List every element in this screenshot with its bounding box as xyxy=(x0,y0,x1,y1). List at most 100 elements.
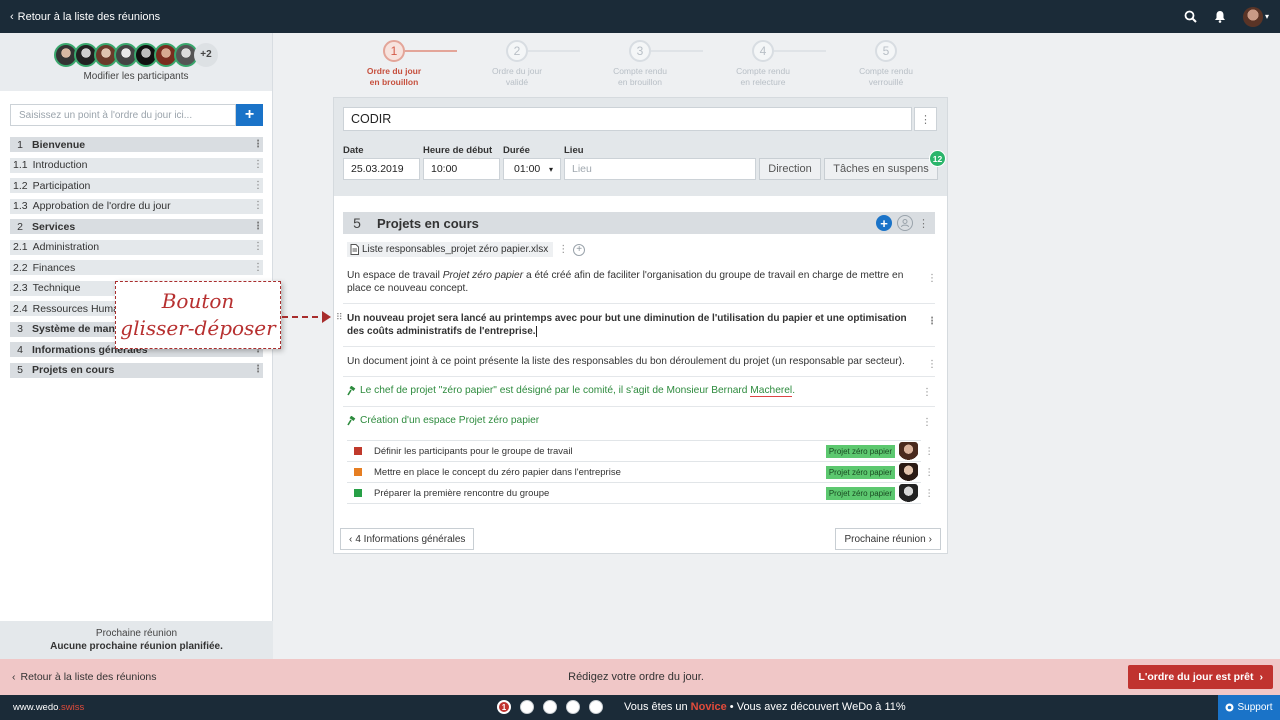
back-to-meetings-link[interactable]: ‹ Retour à la liste des réunions xyxy=(10,11,160,23)
agenda-item-bienvenue[interactable]: 1 Bienvenue ⋮ xyxy=(10,137,263,152)
agenda-item-services[interactable]: 2 Services ⋮ xyxy=(10,219,263,234)
kebab-icon[interactable]: ⋮ xyxy=(253,201,263,211)
add-attachment-button[interactable]: + xyxy=(573,243,586,256)
next-meeting-panel: Prochaine réunion Aucune prochaine réuni… xyxy=(0,621,273,659)
progress-dot[interactable] xyxy=(589,700,603,714)
pending-count-badge: 12 xyxy=(929,150,946,167)
avatar[interactable] xyxy=(899,484,918,503)
table-row[interactable]: Définir les participants pour le groupe … xyxy=(347,441,934,462)
participant-avatars[interactable]: +2 xyxy=(54,42,218,67)
progress-dot[interactable] xyxy=(543,700,557,714)
step-minutes-review[interactable]: 4 Compte rendu en relecture xyxy=(718,40,808,88)
kebab-icon[interactable]: ⋮ xyxy=(922,417,932,428)
content-paragraph-editing[interactable]: Un nouveau projet sera lancé au printemp… xyxy=(347,312,937,338)
progress-dot-active[interactable]: 1 xyxy=(497,700,511,714)
agenda-item-num: 2.4 xyxy=(13,302,28,315)
bell-icon[interactable] xyxy=(1212,9,1228,25)
attachment-row: Liste responsables_projet zéro papier.xl… xyxy=(347,242,586,257)
avatar[interactable] xyxy=(899,463,918,482)
kebab-icon[interactable]: ⋮ xyxy=(918,217,929,230)
task-status-icon[interactable] xyxy=(354,468,362,476)
agenda-item-num: 1.1 xyxy=(13,159,28,171)
agenda-item-num: 1.3 xyxy=(13,200,28,212)
kebab-icon[interactable]: ⋮ xyxy=(253,262,263,273)
task-status-icon[interactable] xyxy=(354,447,362,455)
kebab-icon[interactable]: ⋮ xyxy=(253,160,263,170)
agenda-item-label: Services xyxy=(32,220,76,233)
assign-user-icon[interactable] xyxy=(897,215,913,231)
decision-item[interactable]: Le chef de projet "zéro papier" est dési… xyxy=(347,385,795,397)
more-participants-badge[interactable]: +2 xyxy=(194,42,218,67)
kebab-icon[interactable]: ⋮ xyxy=(253,365,263,375)
add-content-button[interactable]: + xyxy=(876,215,892,231)
next-meeting-value: Aucune prochaine réunion planifiée. xyxy=(50,641,223,652)
project-tag[interactable]: Projet zéro papier xyxy=(825,486,895,500)
workflow-stepper: 1 Ordre du jour en brouillon 2 Ordre du j… xyxy=(335,40,945,92)
user-menu[interactable]: ▾ xyxy=(1242,6,1270,27)
place-input[interactable]: Lieu xyxy=(564,158,756,180)
kebab-icon[interactable]: ⋮ xyxy=(922,387,932,398)
modify-participants-link[interactable]: Modifier les participants xyxy=(83,71,188,82)
decision-name: Macherel xyxy=(750,385,793,397)
avatar xyxy=(1242,6,1263,27)
kebab-icon[interactable]: ⋮ xyxy=(253,242,263,252)
search-icon[interactable] xyxy=(1182,9,1198,25)
agenda-item-administration[interactable]: 2.1 Administration ⋮ xyxy=(10,239,263,255)
level-name: Novice xyxy=(690,701,727,713)
drag-handle-icon[interactable]: ⠿ xyxy=(336,312,343,323)
kebab-icon[interactable]: ⋮ xyxy=(927,358,937,371)
pending-tasks-button[interactable]: Tâches en suspens xyxy=(824,158,938,180)
step-minutes-locked[interactable]: 5 Compte rendu verrouillé xyxy=(841,40,931,88)
brand-logo[interactable]: www.wedo.swiss xyxy=(13,702,84,713)
avatar[interactable] xyxy=(899,442,918,461)
agenda-item-finances[interactable]: 2.2 Finances ⋮ xyxy=(10,260,263,275)
progress-dot[interactable] xyxy=(520,700,534,714)
kebab-icon[interactable]: ⋮ xyxy=(925,488,935,499)
agenda-item-projets-en-cours[interactable]: 5 Projets en cours ⋮ xyxy=(10,362,263,378)
agenda-item-num: 1 xyxy=(17,138,23,151)
previous-point-button[interactable]: ‹ 4 Informations générales xyxy=(340,528,475,550)
annotation-line: Bouton xyxy=(161,289,235,313)
kebab-icon[interactable]: ⋮ xyxy=(927,315,937,328)
add-point-button[interactable]: + xyxy=(236,104,263,126)
direction-button[interactable]: Direction xyxy=(759,158,821,180)
chevron-left-icon: ‹ xyxy=(349,533,353,545)
meeting-title-input[interactable]: CODIR xyxy=(343,107,912,131)
kebab-icon[interactable]: ⋮ xyxy=(253,139,263,150)
kebab-icon[interactable]: ⋮ xyxy=(925,446,935,457)
agenda-item-introduction[interactable]: 1.1 Introduction ⋮ xyxy=(10,157,263,173)
step-agenda-validated[interactable]: 2 Ordre du jour validé xyxy=(472,40,562,88)
agenda-item-num: 2.1 xyxy=(13,241,28,253)
duration-value: 01:00 xyxy=(514,163,541,175)
table-row[interactable]: Préparer la première rencontre du groupe… xyxy=(347,483,934,504)
content-paragraph[interactable]: Un document joint à ce point présente la… xyxy=(347,355,937,370)
decision-item[interactable]: Création d'un espace Projet zéro papier xyxy=(347,415,539,426)
kebab-icon[interactable]: ⋮ xyxy=(253,221,263,232)
content-paragraph[interactable]: Un espace de travail Projet zéro papier … xyxy=(347,269,937,295)
agenda-item-label: Introduction xyxy=(32,159,88,171)
project-tag[interactable]: Projet zéro papier xyxy=(825,444,895,458)
kebab-icon[interactable]: ⋮ xyxy=(927,272,937,285)
step-agenda-draft[interactable]: 1 Ordre du jour en brouillon xyxy=(349,40,439,88)
decision-text: Création d'un espace Projet zéro papier xyxy=(360,415,540,426)
kebab-icon[interactable]: ⋮ xyxy=(253,180,263,191)
step-minutes-draft[interactable]: 3 Compte rendu en brouillon xyxy=(595,40,685,88)
table-row[interactable]: Mettre en place le concept du zéro papie… xyxy=(347,462,934,483)
project-tag[interactable]: Projet zéro papier xyxy=(825,465,895,479)
back-to-meetings-link[interactable]: ‹ Retour à la liste des réunions xyxy=(12,671,157,683)
kebab-icon[interactable]: ⋮ xyxy=(558,244,568,255)
agenda-ready-button[interactable]: L'ordre du jour est prêt › xyxy=(1128,665,1273,689)
kebab-icon[interactable]: ⋮ xyxy=(914,107,937,131)
task-status-icon[interactable] xyxy=(354,489,362,497)
agenda-point-input[interactable] xyxy=(10,104,236,126)
start-time-field[interactable]: 10:00 xyxy=(423,158,500,180)
next-meeting-button[interactable]: Prochaine réunion › xyxy=(835,528,941,550)
agenda-item-approbation[interactable]: 1.3 Approbation de l'ordre du jour ⋮ xyxy=(10,198,263,214)
date-field[interactable]: 25.03.2019 xyxy=(343,158,420,180)
support-button[interactable]: Support xyxy=(1218,695,1280,720)
agenda-item-participation[interactable]: 1.2 Participation ⋮ xyxy=(10,178,263,193)
duration-select[interactable]: 01:00 ▾ xyxy=(503,158,561,180)
kebab-icon[interactable]: ⋮ xyxy=(925,467,935,478)
progress-dot[interactable] xyxy=(566,700,580,714)
attachment-file[interactable]: Liste responsables_projet zéro papier.xl… xyxy=(347,242,554,257)
